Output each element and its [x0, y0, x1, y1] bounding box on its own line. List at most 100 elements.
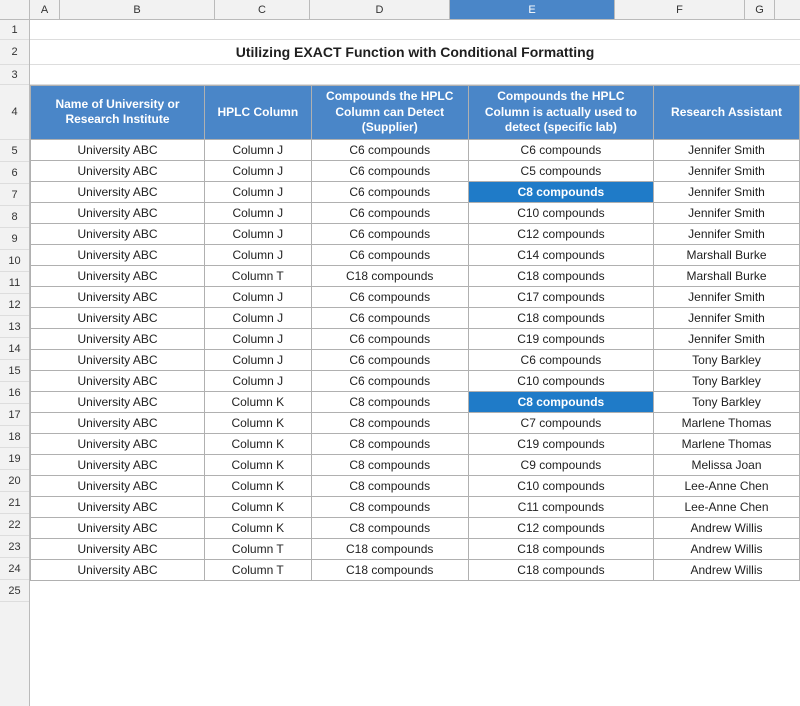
- table-row[interactable]: University ABCColumn JC6 compoundsC10 co…: [31, 202, 800, 223]
- cell-lab[interactable]: C5 compounds: [468, 160, 653, 181]
- cell-sup[interactable]: C8 compounds: [311, 496, 468, 517]
- cell-sup[interactable]: C6 compounds: [311, 160, 468, 181]
- cell-sup[interactable]: C6 compounds: [311, 307, 468, 328]
- table-row[interactable]: University ABCColumn JC6 compoundsC12 co…: [31, 223, 800, 244]
- cell-hplc[interactable]: Column K: [205, 475, 312, 496]
- cell-lab[interactable]: C14 compounds: [468, 244, 653, 265]
- cell-hplc[interactable]: Column J: [205, 223, 312, 244]
- cell-lab[interactable]: C18 compounds: [468, 538, 653, 559]
- col-letter-b[interactable]: B: [60, 0, 215, 19]
- cell-uni[interactable]: University ABC: [31, 286, 205, 307]
- cell-hplc[interactable]: Column J: [205, 244, 312, 265]
- cell-lab[interactable]: C18 compounds: [468, 307, 653, 328]
- cell-lab[interactable]: C17 compounds: [468, 286, 653, 307]
- table-row[interactable]: University ABCColumn KC8 compoundsC10 co…: [31, 475, 800, 496]
- cell-researcher[interactable]: Tony Barkley: [654, 349, 800, 370]
- cell-researcher[interactable]: Marshall Burke: [654, 244, 800, 265]
- cell-researcher[interactable]: Andrew Willis: [654, 538, 800, 559]
- cell-hplc[interactable]: Column J: [205, 307, 312, 328]
- cell-lab[interactable]: C6 compounds: [468, 349, 653, 370]
- cell-researcher[interactable]: Jennifer Smith: [654, 328, 800, 349]
- col-letter-a[interactable]: A: [30, 0, 60, 19]
- cell-sup[interactable]: C6 compounds: [311, 370, 468, 391]
- table-row[interactable]: University ABCColumn TC18 compoundsC18 c…: [31, 559, 800, 580]
- cell-lab[interactable]: C12 compounds: [468, 517, 653, 538]
- cell-hplc[interactable]: Column J: [205, 370, 312, 391]
- cell-researcher[interactable]: Tony Barkley: [654, 391, 800, 412]
- row-num-12[interactable]: 12: [0, 294, 29, 316]
- cell-lab[interactable]: C6 compounds: [468, 139, 653, 160]
- cell-researcher[interactable]: Melissa Joan: [654, 454, 800, 475]
- cell-lab[interactable]: C11 compounds: [468, 496, 653, 517]
- cell-sup[interactable]: C8 compounds: [311, 391, 468, 412]
- row-num-14[interactable]: 14: [0, 338, 29, 360]
- table-row[interactable]: University ABCColumn JC6 compoundsC14 co…: [31, 244, 800, 265]
- cell-sup[interactable]: C6 compounds: [311, 244, 468, 265]
- cell-uni[interactable]: University ABC: [31, 181, 205, 202]
- row-num-16[interactable]: 16: [0, 382, 29, 404]
- cell-uni[interactable]: University ABC: [31, 559, 205, 580]
- cell-researcher[interactable]: Jennifer Smith: [654, 223, 800, 244]
- row-num-25[interactable]: 25: [0, 580, 29, 602]
- table-row[interactable]: University ABCColumn TC18 compoundsC18 c…: [31, 265, 800, 286]
- table-row[interactable]: University ABCColumn JC6 compoundsC17 co…: [31, 286, 800, 307]
- cell-lab[interactable]: C12 compounds: [468, 223, 653, 244]
- cell-hplc[interactable]: Column K: [205, 454, 312, 475]
- cell-lab[interactable]: C10 compounds: [468, 202, 653, 223]
- table-row[interactable]: University ABCColumn JC6 compoundsC8 com…: [31, 181, 800, 202]
- table-row[interactable]: University ABCColumn KC8 compoundsC8 com…: [31, 391, 800, 412]
- cell-lab[interactable]: C9 compounds: [468, 454, 653, 475]
- cell-uni[interactable]: University ABC: [31, 538, 205, 559]
- cell-lab[interactable]: C8 compounds: [468, 181, 653, 202]
- row-num-20[interactable]: 20: [0, 470, 29, 492]
- row-num-4[interactable]: 4: [0, 85, 29, 140]
- table-row[interactable]: University ABCColumn TC18 compoundsC18 c…: [31, 538, 800, 559]
- cell-sup[interactable]: C8 compounds: [311, 517, 468, 538]
- row-num-24[interactable]: 24: [0, 558, 29, 580]
- row-num-23[interactable]: 23: [0, 536, 29, 558]
- cell-lab[interactable]: C18 compounds: [468, 265, 653, 286]
- row-num-2[interactable]: 2: [0, 40, 29, 65]
- cell-researcher[interactable]: Tony Barkley: [654, 370, 800, 391]
- table-row[interactable]: University ABCColumn JC6 compoundsC6 com…: [31, 349, 800, 370]
- cell-uni[interactable]: University ABC: [31, 517, 205, 538]
- row-num-10[interactable]: 10: [0, 250, 29, 272]
- cell-researcher[interactable]: Jennifer Smith: [654, 307, 800, 328]
- cell-sup[interactable]: C6 compounds: [311, 349, 468, 370]
- cell-sup[interactable]: C8 compounds: [311, 454, 468, 475]
- cell-sup[interactable]: C8 compounds: [311, 412, 468, 433]
- cell-hplc[interactable]: Column J: [205, 181, 312, 202]
- cell-researcher[interactable]: Marlene Thomas: [654, 433, 800, 454]
- cell-sup[interactable]: C6 compounds: [311, 223, 468, 244]
- row-num-3[interactable]: 3: [0, 65, 29, 85]
- cell-lab[interactable]: C19 compounds: [468, 433, 653, 454]
- cell-sup[interactable]: C6 compounds: [311, 328, 468, 349]
- cell-hplc[interactable]: Column J: [205, 328, 312, 349]
- row-num-13[interactable]: 13: [0, 316, 29, 338]
- cell-uni[interactable]: University ABC: [31, 265, 205, 286]
- table-row[interactable]: University ABCColumn JC6 compoundsC6 com…: [31, 139, 800, 160]
- table-row[interactable]: University ABCColumn KC8 compoundsC12 co…: [31, 517, 800, 538]
- cell-hplc[interactable]: Column K: [205, 433, 312, 454]
- cell-uni[interactable]: University ABC: [31, 223, 205, 244]
- cell-uni[interactable]: University ABC: [31, 160, 205, 181]
- table-row[interactable]: University ABCColumn JC6 compoundsC18 co…: [31, 307, 800, 328]
- cell-hplc[interactable]: Column J: [205, 286, 312, 307]
- cell-hplc[interactable]: Column K: [205, 412, 312, 433]
- cell-hplc[interactable]: Column T: [205, 265, 312, 286]
- row-num-17[interactable]: 17: [0, 404, 29, 426]
- cell-researcher[interactable]: Andrew Willis: [654, 517, 800, 538]
- row-num-9[interactable]: 9: [0, 228, 29, 250]
- cell-researcher[interactable]: Jennifer Smith: [654, 160, 800, 181]
- cell-sup[interactable]: C8 compounds: [311, 433, 468, 454]
- row-num-19[interactable]: 19: [0, 448, 29, 470]
- table-row[interactable]: University ABCColumn KC8 compoundsC7 com…: [31, 412, 800, 433]
- cell-researcher[interactable]: Jennifer Smith: [654, 286, 800, 307]
- cell-lab[interactable]: C19 compounds: [468, 328, 653, 349]
- col-letter-f[interactable]: F: [615, 0, 745, 19]
- table-row[interactable]: University ABCColumn KC8 compoundsC9 com…: [31, 454, 800, 475]
- row-num-8[interactable]: 8: [0, 206, 29, 228]
- cell-uni[interactable]: University ABC: [31, 139, 205, 160]
- cell-researcher[interactable]: Andrew Willis: [654, 559, 800, 580]
- row-num-5[interactable]: 5: [0, 140, 29, 162]
